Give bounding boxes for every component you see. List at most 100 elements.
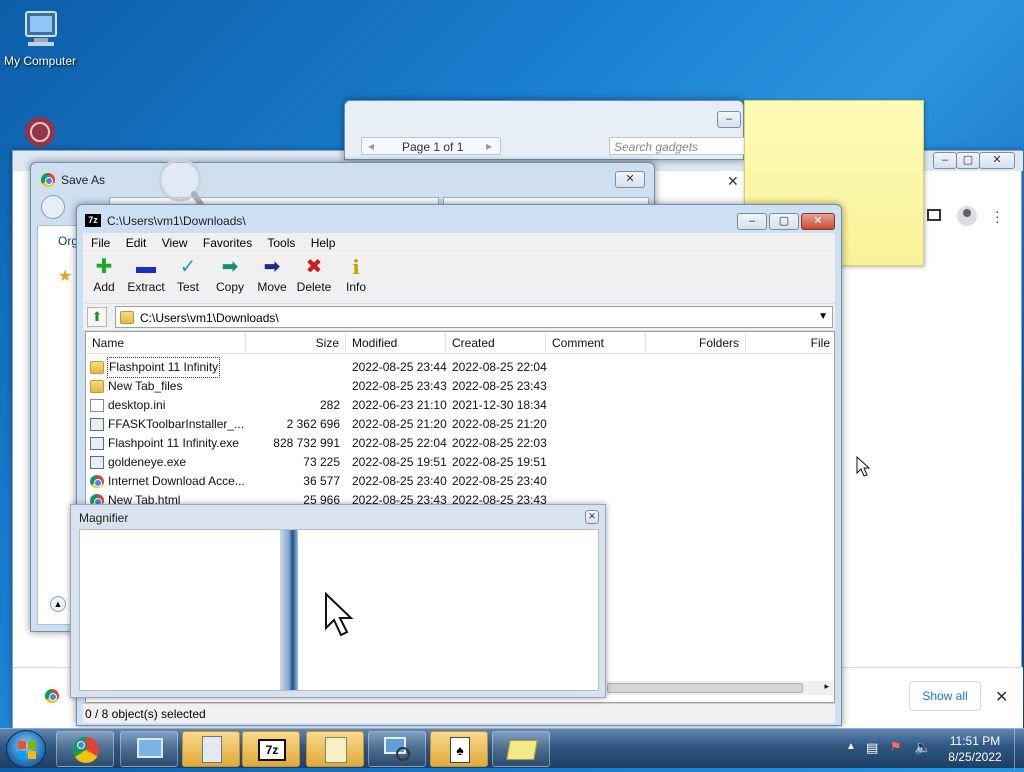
test-icon: ✓ xyxy=(179,256,197,278)
chrome-minimize-button[interactable]: – xyxy=(933,152,957,169)
show-desktop-button[interactable] xyxy=(1014,729,1024,769)
add-button[interactable]: ✚ Add xyxy=(83,254,125,294)
organize-button[interactable]: Org xyxy=(58,234,78,248)
taskbar: 7z ♠ ▲ ▤ ⚑ 🔈 11:51 PM 8/25/2022 xyxy=(0,728,1024,769)
extract-button[interactable]: ▬ Extract xyxy=(125,254,167,294)
tray-clock[interactable]: 11:51 PM 8/25/2022 xyxy=(940,733,1010,765)
taskbar-notepad[interactable] xyxy=(306,731,364,767)
notepad-icon xyxy=(325,737,347,763)
move-button[interactable]: ➡ Move xyxy=(251,254,293,294)
file-created: 2022-08-25 23:40 xyxy=(452,474,547,488)
page-navigator[interactable]: ◂ Page 1 of 1 ▸ xyxy=(361,137,501,155)
taskbar-sticky-notes[interactable] xyxy=(492,731,550,767)
tray-volume-icon[interactable]: 🔈 xyxy=(914,739,931,756)
taskbar-magnifier[interactable] xyxy=(368,731,426,767)
sevenzip-maximize-button[interactable]: ▢ xyxy=(769,213,799,230)
sevenzip-close-button[interactable]: ✕ xyxy=(801,213,835,230)
address-input[interactable]: C:\Users\vm1\Downloads\ ▼ xyxy=(115,306,833,328)
col-folders[interactable]: Folders xyxy=(646,332,746,354)
menu-favorites[interactable]: Favorites xyxy=(203,236,252,250)
magnifier-window: Magnifier ✕ xyxy=(70,504,606,698)
file-row[interactable]: New Tab_files 2022-08-25 23:43 2022-08-25 … xyxy=(86,377,834,396)
file-row[interactable]: Flashpoint 11 Infinity 2022-08-25 23:44 20… xyxy=(86,357,834,378)
col-comment[interactable]: Comment xyxy=(546,332,646,354)
file-row[interactable]: desktop.ini 282 2022-06-23 21:10 2021-12-30… xyxy=(86,396,834,415)
address-dropdown-icon[interactable]: ▼ xyxy=(818,311,828,322)
file-name: Internet Download Acce... xyxy=(108,474,245,488)
my-computer-desktop-icon[interactable]: My Computer xyxy=(0,10,80,68)
chrome-menu-icon[interactable]: · · · xyxy=(995,204,1000,228)
up-folder-icon[interactable]: ⬆ xyxy=(87,307,107,327)
menu-file[interactable]: File xyxy=(91,236,110,250)
back-nav-icon[interactable] xyxy=(41,195,65,219)
col-size[interactable]: Size xyxy=(246,332,346,354)
tray-action-center-icon[interactable]: ⚑ xyxy=(890,739,902,755)
profile-avatar-icon[interactable] xyxy=(957,206,977,226)
chrome-close-button[interactable]: ✕ xyxy=(979,152,1015,169)
file-row[interactable]: FFASKToolbarInstaller_... 2 362 696 2022-0… xyxy=(86,415,834,434)
gadget-search-input[interactable]: Search gadgets xyxy=(609,137,745,155)
collapse-pane-icon[interactable]: ▲ xyxy=(50,596,66,612)
gadget-search-placeholder: Search gadgets xyxy=(614,140,699,154)
file-name: goldeneye.exe xyxy=(108,455,187,469)
delete-button[interactable]: ✖ Delete xyxy=(293,254,335,294)
col-file[interactable]: File xyxy=(746,332,834,354)
page-next-icon[interactable]: ▸ xyxy=(486,139,492,153)
copy-icon: ➡ xyxy=(221,256,239,278)
sevenzip-toolbar: ✚ Add ▬ Extract ✓ Test ➡ Copy ➡ Move ✖ Delete … xyxy=(83,253,835,303)
magnifier-title: Magnifier xyxy=(79,511,129,525)
save-as-close-button[interactable]: ✕ xyxy=(615,171,645,188)
file-modified: 2022-06-23 21:10 xyxy=(352,398,447,412)
taskbar-calculator[interactable] xyxy=(182,731,240,767)
tab-close-icon[interactable]: ✕ xyxy=(727,173,739,190)
file-row[interactable]: Flashpoint 11 Infinity.exe 828 732 991 202… xyxy=(86,434,834,453)
file-modified: 2022-08-25 21:20 xyxy=(352,417,447,431)
magnifier-close-button[interactable]: ✕ xyxy=(585,510,599,524)
menu-edit[interactable]: Edit xyxy=(126,236,147,250)
copy-button[interactable]: ➡ Copy xyxy=(209,254,251,294)
col-created[interactable]: Created xyxy=(446,332,546,354)
magnifier-icon xyxy=(384,737,410,761)
tray-network-icon[interactable]: ▤ xyxy=(866,740,878,756)
file-modified: 2022-08-25 22:04 xyxy=(352,436,447,450)
sevenzip-minimize-button[interactable]: – xyxy=(737,213,767,230)
computer-icon xyxy=(18,10,62,50)
taskbar-7zip[interactable]: 7z xyxy=(242,731,300,767)
tray-overflow-icon[interactable]: ▲ xyxy=(846,741,856,752)
taskbar-chrome[interactable] xyxy=(56,731,114,767)
file-name: desktop.ini xyxy=(108,398,166,412)
test-button[interactable]: ✓ Test xyxy=(167,254,209,294)
file-row[interactable]: Internet Download Acce... 36 577 2022-08-2… xyxy=(86,472,834,491)
sevenzip-status-bar: 0 / 8 object(s) selected xyxy=(83,703,835,723)
info-button[interactable]: i Info xyxy=(335,254,377,294)
info-icon: i xyxy=(352,255,360,279)
file-size: 828 732 991 xyxy=(273,436,340,450)
start-button[interactable] xyxy=(6,730,46,768)
folder-icon xyxy=(90,380,104,393)
chrome-maximize-button[interactable]: ▢ xyxy=(956,152,980,169)
monitor-icon xyxy=(137,738,163,758)
selection-status: 0 / 8 object(s) selected xyxy=(85,707,206,721)
magnified-cursor-icon xyxy=(325,592,354,637)
network-desktop-icon[interactable] xyxy=(18,114,62,150)
page-prev-icon[interactable]: ◂ xyxy=(368,139,374,153)
menu-help[interactable]: Help xyxy=(311,236,336,250)
exe-icon xyxy=(90,437,104,450)
taskbar-solitaire[interactable]: ♠ xyxy=(430,731,488,767)
file-name: Flashpoint 11 Infinity.exe xyxy=(108,436,239,450)
file-name: New Tab_files xyxy=(108,379,183,393)
gadgets-window: – ◂ Page 1 of 1 ▸ Search gadgets xyxy=(344,100,745,160)
col-modified[interactable]: Modified xyxy=(346,332,446,354)
col-name[interactable]: Name xyxy=(86,332,246,354)
sevenzip-icon: 7z xyxy=(258,739,286,761)
gadgets-minimize-button[interactable]: – xyxy=(717,111,741,128)
file-row[interactable]: goldeneye.exe 73 225 2022-08-25 19:51 2022-… xyxy=(86,453,834,472)
menu-tools[interactable]: Tools xyxy=(267,236,295,250)
file-list-header: Name Size Modified Created Comment Folde… xyxy=(86,332,834,354)
show-all-button[interactable]: Show all xyxy=(909,681,981,711)
sidebar-toggle-icon[interactable] xyxy=(927,209,941,221)
download-bar-close-icon[interactable]: ✕ xyxy=(995,687,1008,707)
taskbar-remote-desktop[interactable] xyxy=(120,731,178,767)
menu-view[interactable]: View xyxy=(162,236,188,250)
file-list-hscrollbar[interactable]: ▸ xyxy=(607,681,833,695)
